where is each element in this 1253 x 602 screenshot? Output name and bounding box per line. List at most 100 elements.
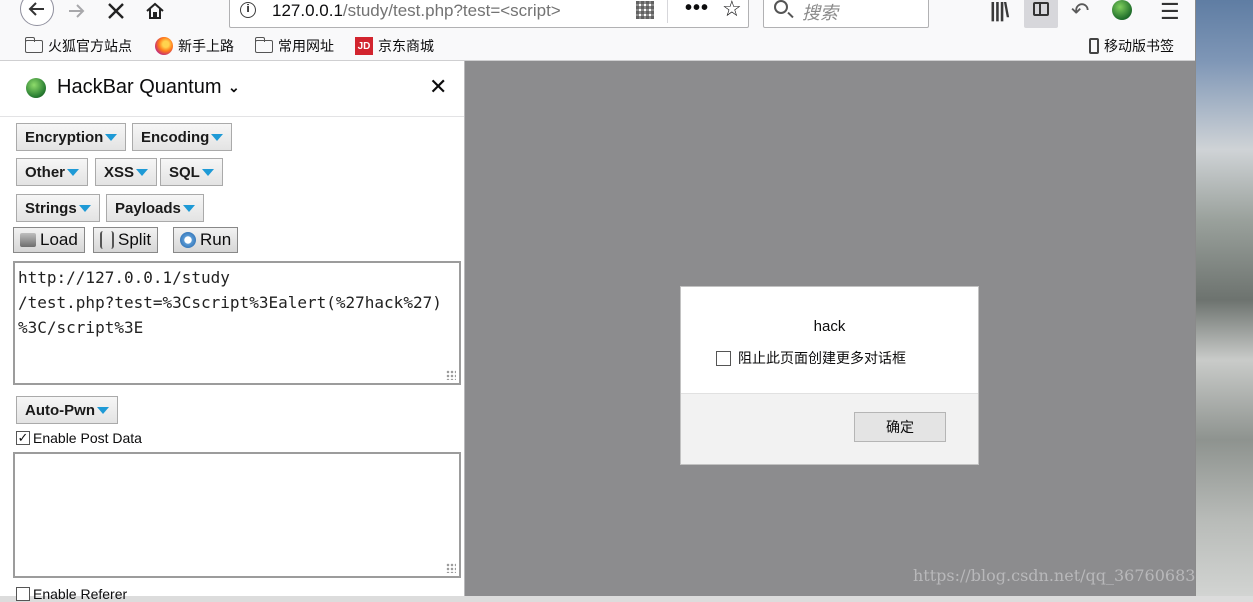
enable-post-label: Enable Post Data [33,430,142,446]
dropdown-arrow-icon [182,204,195,212]
payloads-dropdown[interactable]: Payloads [106,194,204,222]
load-button[interactable]: Load [13,227,85,253]
dropdown-arrow-icon [211,133,224,141]
chevron-down-icon[interactable]: ⌄ [228,79,240,96]
page-actions-icon[interactable]: ••• [685,0,709,20]
load-label: Load [40,230,78,249]
navigation-toolbar: i 127.0.0.1/study/test.php?test=<script>… [0,0,1195,32]
resize-grip-icon[interactable] [446,563,456,573]
watermark: https://blog.csdn.net/qq_36760683 [913,566,1196,585]
hackbar-toolbar-icon[interactable] [1112,0,1132,20]
sidebar-toggle-icon[interactable] [1024,0,1058,28]
enable-referer-label: Enable Referer [33,586,128,602]
xss-dropdown[interactable]: XSS [95,158,158,186]
hackbar-logo-icon [26,78,46,98]
dropdown-arrow-icon [105,133,118,141]
mobile-bookmarks-label: 移动版书签 [1104,38,1174,54]
desktop-background [1195,0,1253,596]
split-button[interactable]: Split [93,227,159,253]
bookmark-label: 常用网址 [278,38,334,54]
dropdown-arrow-icon [136,168,149,176]
sidebar-title[interactable]: HackBar Quantum [57,76,222,99]
home-icon [146,2,164,19]
dropdown-label: Auto-Pwn [25,401,95,419]
prevent-dialogs-label: 阻止此页面创建更多对话框 [738,350,906,366]
hamburger-menu-icon[interactable]: ☰ [1160,0,1180,25]
bookmark-item[interactable]: 新手上路 [155,36,234,56]
search-bar[interactable]: 搜索 [763,0,929,28]
dropdown-arrow-icon [67,168,80,176]
run-label: Run [200,230,232,249]
close-icon [108,3,124,19]
dialog-message: hack [813,318,846,335]
bookmarks-toolbar: 火狐官方站点 新手上路 常用网址 JD 京东商城 移动版书签 [0,32,1195,61]
encoding-dropdown[interactable]: Encoding [132,123,233,151]
encryption-dropdown[interactable]: Encryption [16,123,127,151]
search-placeholder: 搜索 [802,3,838,23]
folder-icon [254,36,273,53]
sidebar-header: HackBar Quantum ⌄ ✕ [0,61,464,117]
sql-dropdown[interactable]: SQL [160,158,223,186]
jd-icon: JD [355,37,373,55]
bookmark-item[interactable]: JD 京东商城 [355,36,434,56]
folder-icon [24,36,43,53]
strings-dropdown[interactable]: Strings [16,194,100,222]
info-icon[interactable]: i [240,2,256,18]
bookmark-label: 京东商城 [378,38,434,54]
dropdown-label: Encoding [141,128,210,146]
url-textarea-line: http://127.0.0.1/study [18,268,230,287]
alert-dialog: hack 阻止此页面创建更多对话框 确定 [680,286,979,465]
autopwn-dropdown[interactable]: Auto-Pwn [16,396,118,424]
resize-grip-icon[interactable] [446,370,456,380]
bookmark-item[interactable]: 火狐官方站点 [24,36,132,56]
mobile-bookmarks[interactable]: 移动版书签 [1089,36,1174,56]
url-textarea-line: /test.php?test=%3Cscript%3Ealert(%27hack… [18,293,442,312]
arrow-left-icon [28,2,44,16]
bookmark-item[interactable]: 常用网址 [254,36,334,56]
back-button[interactable] [20,0,54,26]
dropdown-label: Strings [25,199,77,217]
run-button[interactable]: Run [173,227,239,253]
bookmark-star-icon[interactable]: ☆ [722,0,742,22]
dialog-checkbox-row: 阻止此页面创建更多对话框 [716,348,906,368]
home-button[interactable] [140,0,170,26]
dropdown-label: Encryption [25,128,104,146]
firefox-icon [155,37,173,55]
qr-code-icon[interactable] [636,1,654,19]
post-data-textarea[interactable] [13,452,461,578]
arrow-right-icon [69,4,85,18]
ok-button[interactable]: 确定 [854,412,946,442]
dropdown-arrow-icon [201,168,214,176]
sidebar-close-icon[interactable]: ✕ [429,74,447,100]
mobile-icon [1089,38,1099,54]
prevent-dialogs-checkbox[interactable] [716,350,731,366]
url-textarea[interactable]: http://127.0.0.1/study/test.php?test=%3C… [13,261,461,385]
stop-button[interactable] [102,0,130,26]
scissors-icon [100,231,114,249]
dropdown-label: Payloads [115,199,181,217]
dropdown-arrow-icon [78,204,91,212]
search-icon [774,0,788,14]
browser-window: i 127.0.0.1/study/test.php?test=<script>… [0,0,1196,602]
library-icon[interactable]: |||\ [990,0,1009,23]
url-text[interactable]: 127.0.0.1/study/test.php?test=<script> [272,1,627,21]
split-label: Split [118,230,152,249]
url-bar[interactable]: i 127.0.0.1/study/test.php?test=<script>… [229,0,749,28]
enable-post-row: ✓ Enable Post Data [16,430,142,446]
url-separator [667,0,668,23]
url-textarea-line: %3C/script%3E [18,318,144,337]
enable-referer-row: Enable Referer [16,586,127,602]
page-content-overlay: hack 阻止此页面创建更多对话框 确定 https://blog.csdn.n… [465,61,1195,596]
forward-button[interactable] [62,0,90,26]
undo-icon[interactable]: ↶ [1071,0,1089,24]
dropdown-arrow-icon [96,406,109,414]
hackbar-sidebar: HackBar Quantum ⌄ ✕ Encryption Encoding … [0,61,465,602]
dropdown-label: Other [25,163,66,181]
enable-post-checkbox[interactable]: ✓ [16,431,30,445]
enable-referer-checkbox[interactable] [16,587,30,601]
dropdown-label: XSS [104,163,135,181]
bookmark-label: 新手上路 [178,38,234,54]
url-host: 127.0.0.1 [272,1,343,20]
url-textarea-value: http://127.0.0.1/study/test.php?test=%3C… [18,265,458,340]
other-dropdown[interactable]: Other [16,158,89,186]
